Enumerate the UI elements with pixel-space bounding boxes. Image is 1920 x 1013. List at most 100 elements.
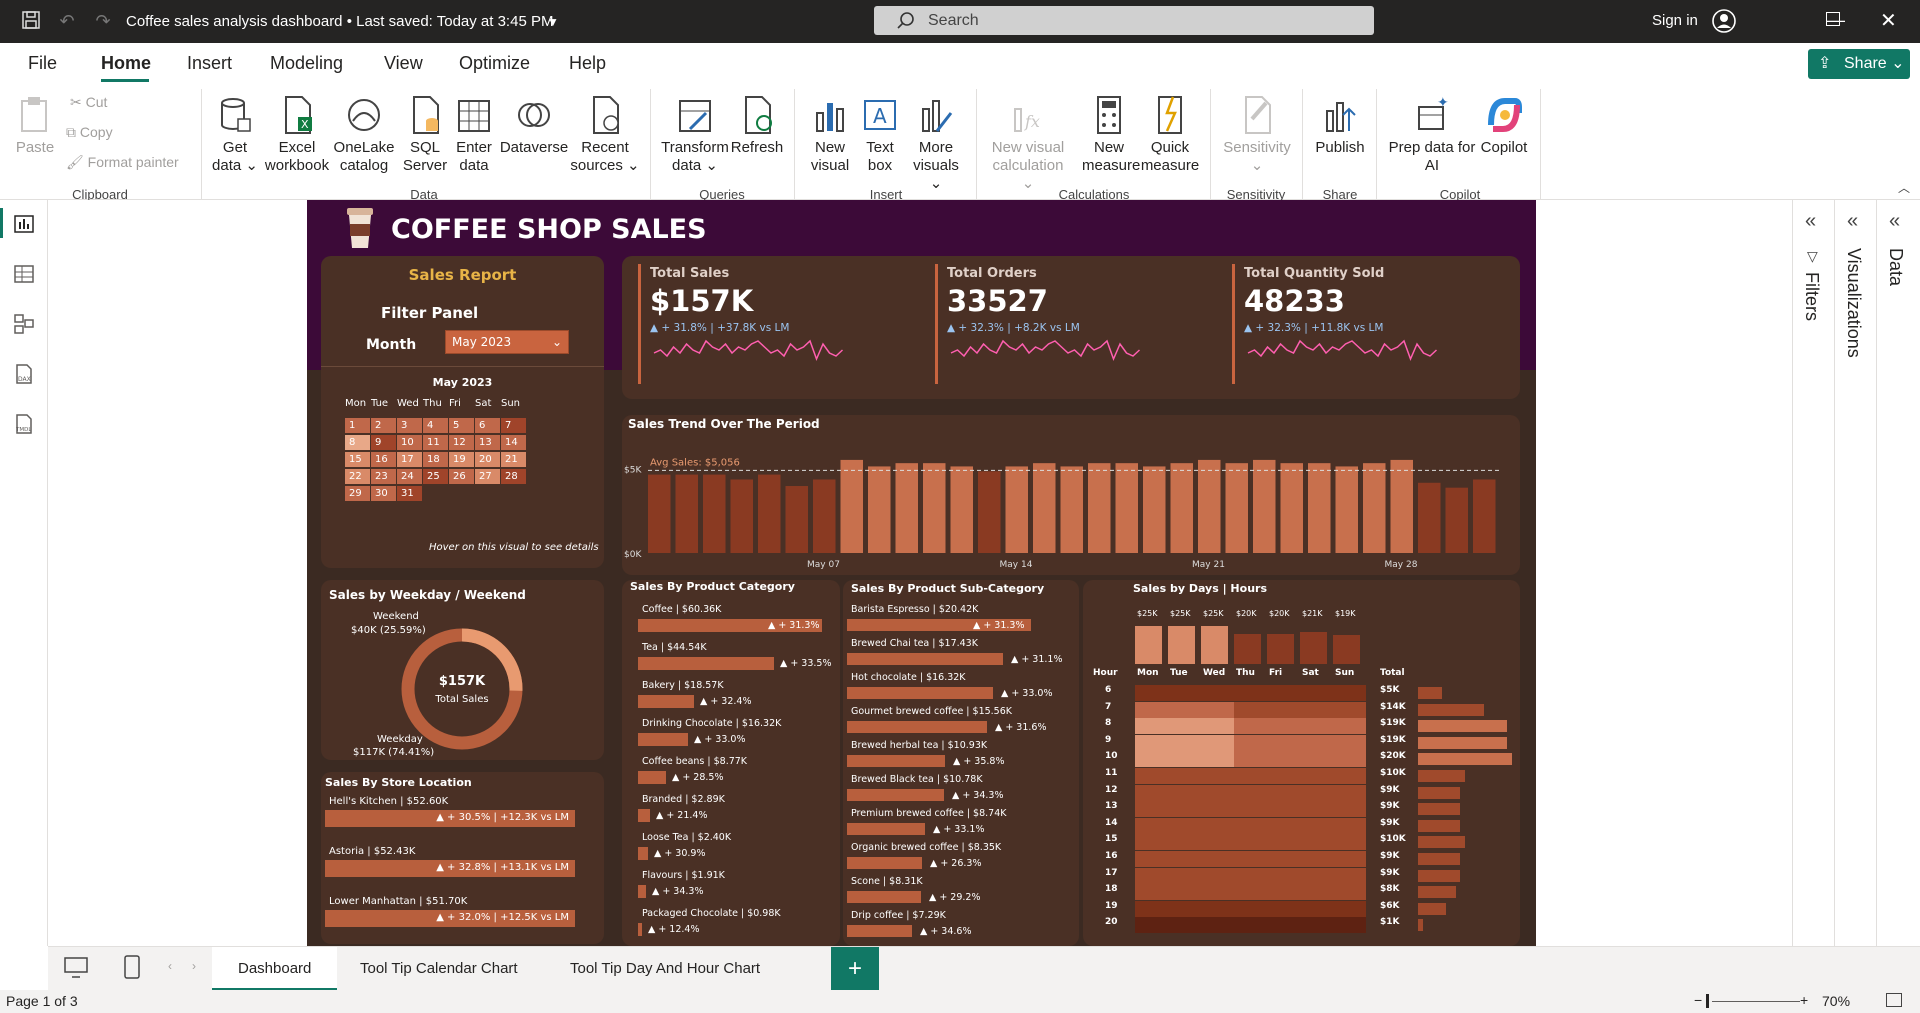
heatmap-cell[interactable] — [1201, 900, 1234, 917]
account-icon[interactable] — [1712, 9, 1736, 33]
calendar-day-cell[interactable]: 23 — [371, 469, 396, 484]
heatmap-cell[interactable] — [1333, 784, 1366, 801]
menu-optimize[interactable]: Optimize — [459, 53, 530, 74]
calendar-day-cell[interactable]: 28 — [501, 469, 526, 484]
store-bar[interactable]: ▲ + 32.8% | +13.1K vs LM — [325, 860, 575, 877]
heatmap-cell[interactable] — [1135, 917, 1168, 934]
heatmap-cell[interactable] — [1168, 701, 1201, 718]
day-total-bar[interactable] — [1135, 626, 1162, 664]
heatmap-cell[interactable] — [1168, 817, 1201, 834]
trend-bar[interactable] — [1363, 463, 1386, 553]
tab-tool-tip-calendar-chart[interactable]: Tool Tip Calendar Chart — [334, 947, 544, 991]
subcategory-bar[interactable] — [847, 925, 912, 937]
subcategory-bar[interactable] — [847, 789, 944, 801]
store-bar[interactable]: ▲ + 30.5% | +12.3K vs LM — [325, 810, 575, 827]
heatmap-cell[interactable] — [1234, 851, 1267, 867]
dataverse-button[interactable]: Dataverse — [498, 95, 570, 157]
heatmap-cell[interactable] — [1333, 718, 1366, 735]
cut-button[interactable]: ✂ Cut — [70, 94, 107, 111]
heatmap-cell[interactable] — [1333, 917, 1366, 934]
day-total-bar[interactable] — [1300, 632, 1327, 664]
heatmap-cell[interactable] — [1267, 801, 1300, 818]
calendar-day-cell[interactable]: 17 — [397, 452, 422, 467]
calendar-day-cell[interactable]: 1 — [345, 418, 370, 433]
heatmap-cell[interactable] — [1267, 917, 1300, 934]
subcategory-bar[interactable] — [847, 857, 922, 869]
collapse-ribbon-icon[interactable]: ︿ — [1898, 179, 1910, 196]
subcategory-bar[interactable] — [847, 721, 987, 733]
refresh-button[interactable]: Refresh — [730, 95, 784, 157]
heatmap-cell[interactable] — [1168, 784, 1201, 801]
trend-bar[interactable] — [1445, 487, 1469, 553]
heatmap-cell[interactable] — [1267, 817, 1300, 834]
calendar-day-cell[interactable]: 6 — [475, 418, 500, 433]
heatmap-cell[interactable] — [1135, 801, 1168, 818]
calendar-day-cell[interactable]: 25 — [423, 469, 448, 484]
tmdl-view-icon[interactable]: TMDL — [12, 412, 36, 436]
calendar-day-cell[interactable]: 5 — [449, 418, 474, 433]
heatmap-cell[interactable] — [1135, 734, 1168, 751]
trend-bar[interactable] — [1473, 479, 1496, 554]
heatmap-cell[interactable] — [1168, 834, 1201, 851]
trend-bar[interactable] — [1170, 463, 1194, 553]
heatmap-cell[interactable] — [1135, 867, 1168, 884]
heatmap-cell[interactable] — [1201, 917, 1234, 934]
heatmap-cell[interactable] — [1300, 900, 1333, 917]
heatmap-cell[interactable] — [1333, 768, 1366, 784]
heatmap-cell[interactable] — [1234, 734, 1267, 751]
text-box-button[interactable]: A Text box — [856, 95, 904, 175]
maximize-icon[interactable] — [1826, 12, 1840, 26]
heatmap-cell[interactable] — [1135, 834, 1168, 851]
trend-bar[interactable] — [758, 474, 781, 553]
expand-visualizations-icon[interactable]: « — [1847, 210, 1858, 233]
day-total-bar[interactable] — [1168, 626, 1195, 664]
sensitivity-button[interactable]: Sensitivity ⌄ — [1222, 95, 1292, 175]
heatmap-cell[interactable] — [1201, 734, 1234, 751]
heatmap-cell[interactable] — [1168, 768, 1201, 784]
calendar-day-cell[interactable]: 15 — [345, 452, 370, 467]
trend-bar[interactable] — [1390, 459, 1414, 553]
prev-page-icon[interactable]: ‹ — [168, 959, 172, 973]
trend-bar[interactable] — [703, 474, 726, 553]
heatmap-cell[interactable] — [1267, 768, 1300, 784]
recent-sources-button[interactable]: Recent sources ⌄ — [570, 95, 640, 175]
heatmap-cell[interactable] — [1267, 734, 1300, 751]
subcategory-bar[interactable] — [847, 653, 1003, 665]
sales-trend-card[interactable]: Sales Trend Over The Period Avg Sales: $… — [622, 415, 1520, 575]
hour-total-bar[interactable] — [1418, 902, 1447, 915]
heatmap-cell[interactable] — [1201, 834, 1234, 851]
heatmap-cell[interactable] — [1168, 900, 1201, 917]
visualizations-pane[interactable]: « Visualizations — [1834, 200, 1876, 946]
trend-bar[interactable] — [813, 479, 836, 554]
calendar-day-cell[interactable]: 18 — [423, 452, 448, 467]
heatmap-cell[interactable] — [1300, 734, 1333, 751]
category-bar[interactable] — [638, 847, 648, 860]
heatmap-cell[interactable] — [1135, 851, 1168, 867]
calendar-day-cell[interactable]: 9 — [371, 435, 396, 450]
new-visual-button[interactable]: New visual — [804, 95, 856, 175]
heatmap-cell[interactable] — [1135, 701, 1168, 718]
heatmap-cell[interactable] — [1135, 817, 1168, 834]
heatmap-cell[interactable] — [1267, 900, 1300, 917]
heatmap-cell[interactable] — [1168, 751, 1201, 768]
onelake-button[interactable]: OneLake catalog — [332, 95, 396, 175]
tab-tool-tip-day-hour-chart[interactable]: Tool Tip Day And Hour Chart — [544, 947, 786, 991]
heatmap-cell[interactable] — [1333, 685, 1366, 701]
trend-bar[interactable] — [1033, 463, 1056, 553]
category-bar[interactable] — [638, 733, 688, 746]
trend-bar[interactable] — [895, 463, 919, 553]
category-bar[interactable] — [638, 771, 666, 784]
hour-total-bar[interactable] — [1418, 786, 1461, 799]
heatmap-cell[interactable] — [1168, 867, 1201, 884]
heatmap-cell[interactable] — [1267, 701, 1300, 718]
heatmap-cell[interactable] — [1300, 751, 1333, 768]
hour-total-bar[interactable] — [1418, 687, 1442, 699]
calendar-day-cell[interactable]: 31 — [397, 486, 422, 501]
prep-data-ai-button[interactable]: ✦ Prep data for AI — [1384, 95, 1480, 175]
calendar-day-cell[interactable]: 3 — [397, 418, 422, 433]
redo-icon[interactable]: ↷ — [92, 10, 114, 32]
get-data-button[interactable]: Get data ⌄ — [210, 95, 260, 175]
heatmap-cell[interactable] — [1201, 851, 1234, 867]
day-total-bar[interactable] — [1234, 633, 1261, 664]
hour-total-bar[interactable] — [1418, 819, 1461, 832]
